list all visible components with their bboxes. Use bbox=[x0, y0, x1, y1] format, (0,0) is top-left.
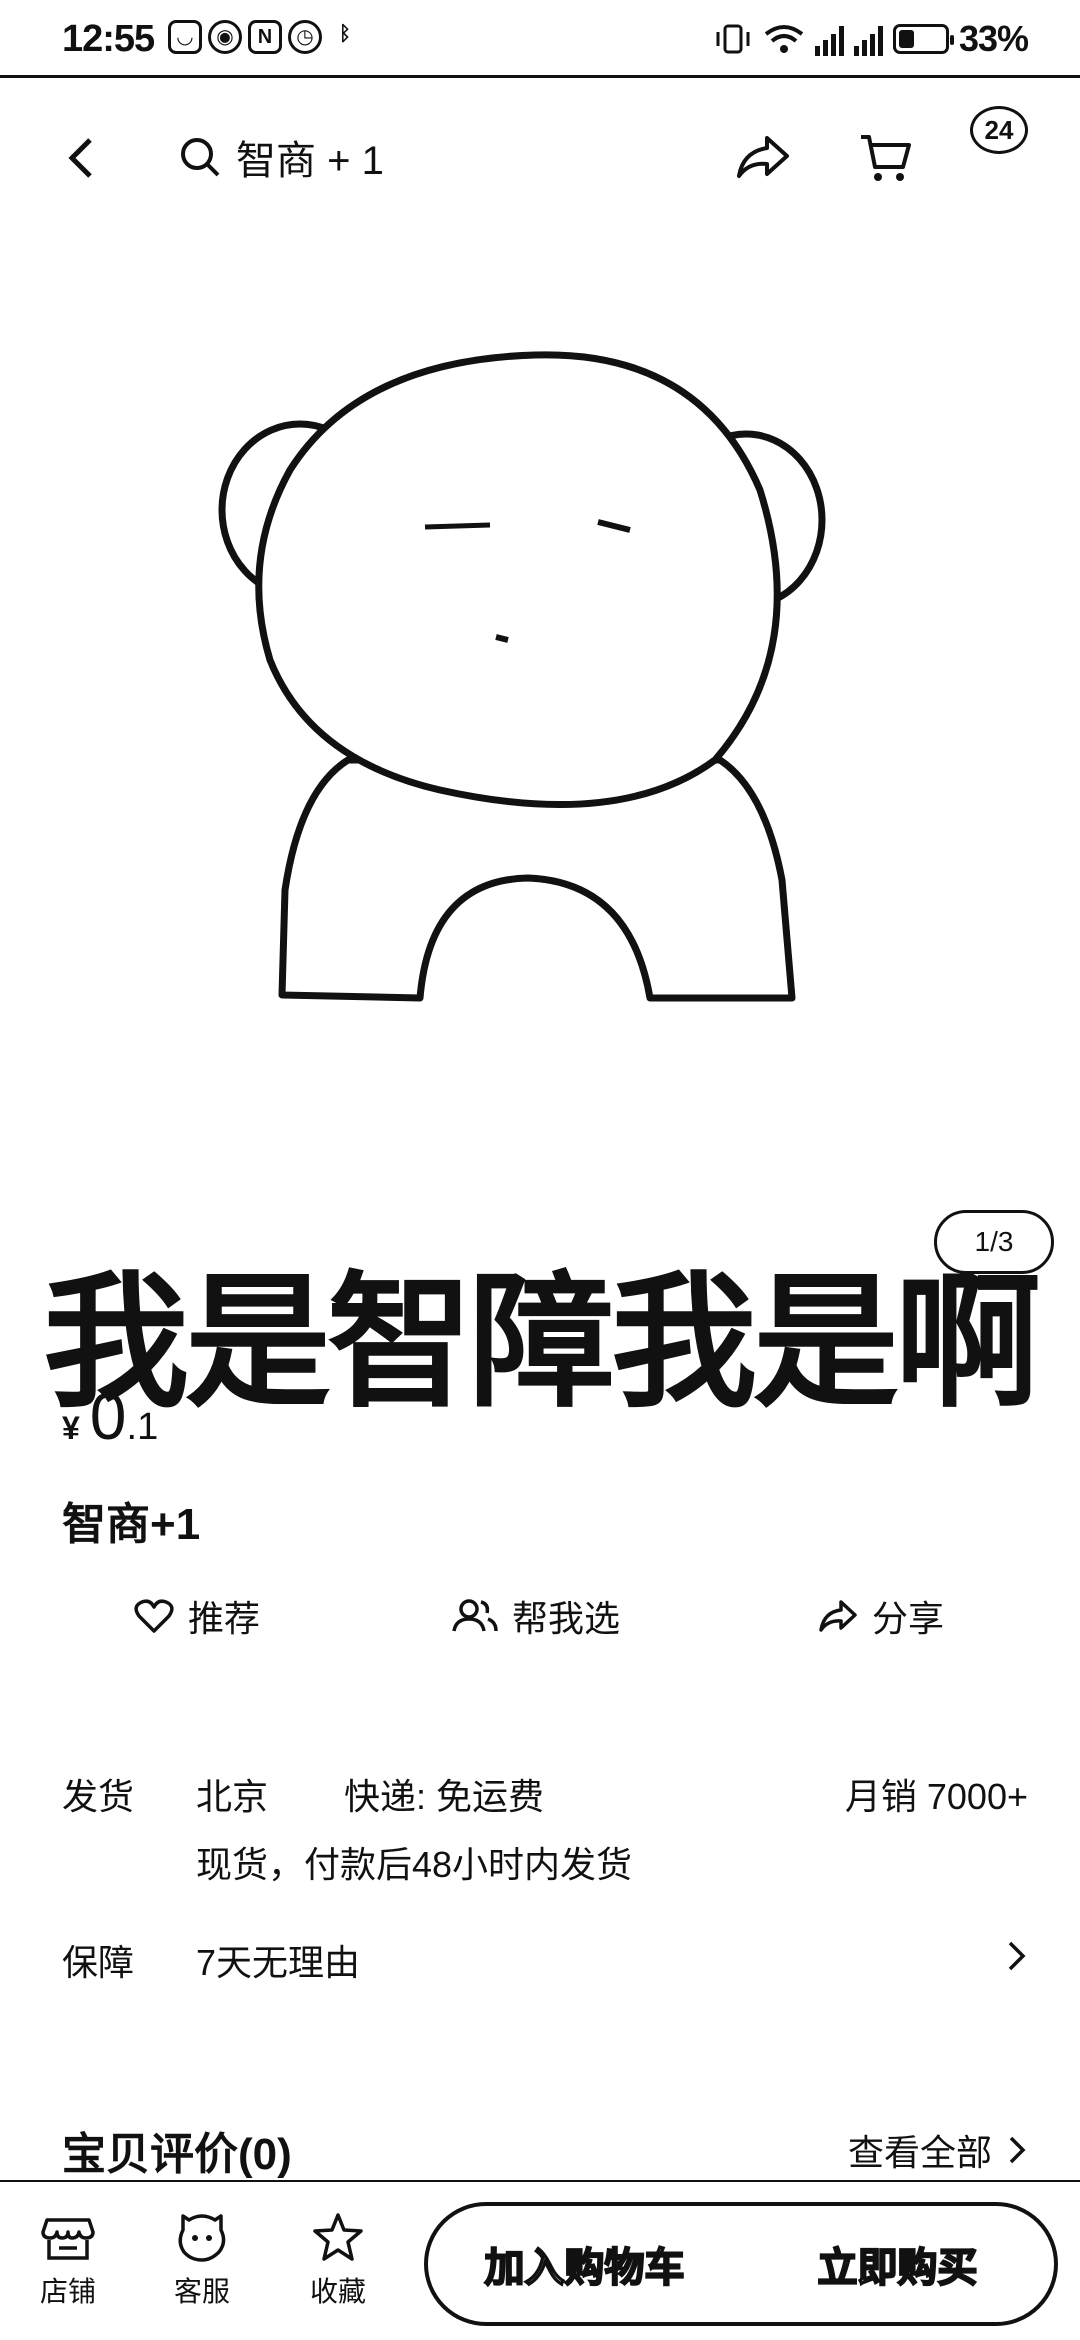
bluetooth-icon: ᛒ bbox=[339, 23, 351, 45]
image-caption: 我是智障我是啊 bbox=[43, 1261, 1041, 1424]
battery-icon bbox=[892, 24, 954, 54]
status-notification-icons: ◡ ◉ N ◷ ᛒ bbox=[168, 20, 362, 54]
recommend-button[interactable]: 推荐 bbox=[134, 1590, 260, 1642]
vibrate-icon bbox=[716, 24, 750, 54]
product-actions: 推荐 帮我选 分享 bbox=[0, 1580, 1080, 1650]
search-bar[interactable]: 智商 + 1 bbox=[178, 124, 384, 190]
buy-now-button[interactable]: 立即购买 bbox=[741, 2206, 1054, 2322]
reviews-header: 宝贝评价(0) 查看全部 bbox=[62, 2118, 1028, 2179]
view-all-label: 查看全部 bbox=[847, 2132, 992, 2173]
users-icon bbox=[452, 1599, 498, 1632]
purchase-buttons: 加入购物车 立即购买 bbox=[424, 2202, 1058, 2326]
status-time: 12:55 bbox=[62, 18, 155, 60]
shipping-info[interactable]: 发货 北京 快递: 免运费 月销 7000+ 现货，付款后48小时内发货 bbox=[62, 1768, 1028, 1888]
shop-label: 店铺 bbox=[39, 2276, 96, 2307]
price-integer: 0 bbox=[89, 1379, 127, 1453]
guarantee-value: 7天无理由 bbox=[196, 1942, 361, 1983]
share-label: 分享 bbox=[872, 1598, 945, 1639]
signal-1-icon bbox=[814, 22, 844, 56]
reviews-title: 宝贝评价(0) bbox=[62, 2130, 292, 2179]
cart-button[interactable] bbox=[852, 124, 918, 190]
nfc-icon: N bbox=[248, 20, 282, 54]
share-action-button[interactable]: 分享 bbox=[818, 1590, 944, 1642]
guarantee-label: 保障 bbox=[62, 1942, 135, 1983]
share-icon bbox=[819, 1600, 857, 1632]
ship-from: 北京 bbox=[196, 1776, 269, 1817]
monthly-sales: 月销 7000+ bbox=[844, 1776, 1028, 1817]
message-count-badge[interactable]: 24 bbox=[970, 106, 1028, 154]
star-icon bbox=[313, 2213, 363, 2261]
help-choose-button[interactable]: 帮我选 bbox=[452, 1590, 620, 1642]
battery-fill bbox=[898, 30, 914, 48]
share-icon bbox=[737, 136, 789, 178]
chevron-left-icon bbox=[68, 138, 92, 178]
guarantee-info[interactable]: 保障 7天无理由 bbox=[62, 1934, 1028, 1994]
favorite-button[interactable]: 收藏 bbox=[288, 2212, 388, 2310]
product-title: 智商+1 bbox=[62, 1500, 201, 1549]
status-bar: 12:55 ◡ ◉ N ◷ ᛒ 33% bbox=[0, 0, 1080, 78]
ship-method: 快递: 免运费 bbox=[344, 1776, 545, 1817]
service-label: 客服 bbox=[173, 2276, 230, 2307]
wifi-icon bbox=[764, 25, 804, 53]
store-icon bbox=[41, 2218, 95, 2260]
status-system-icons: 33% bbox=[713, 18, 1029, 60]
heart-icon bbox=[134, 1599, 174, 1633]
chevron-right-icon bbox=[1009, 2136, 1026, 2164]
view-all-reviews-button[interactable]: 查看全部 bbox=[848, 2124, 1028, 2176]
recommend-label: 推荐 bbox=[188, 1598, 261, 1639]
help-choose-label: 帮我选 bbox=[512, 1598, 621, 1639]
back-button[interactable] bbox=[52, 128, 112, 188]
cart-icon bbox=[861, 135, 911, 181]
shipping-note: 现货，付款后48小时内发货 bbox=[196, 1844, 633, 1885]
bottom-bar: 店铺 客服 收藏 加入购物车 立即购买 bbox=[0, 2180, 1080, 2340]
add-to-cart-button[interactable]: 加入购物车 bbox=[428, 2206, 741, 2322]
chevron-right-icon bbox=[1008, 1941, 1026, 1971]
top-nav: 智商 + 1 24 bbox=[0, 80, 1080, 230]
shipping-label: 发货 bbox=[62, 1776, 135, 1817]
bear-illustration bbox=[218, 351, 826, 1002]
product-image[interactable]: 我是智障我是啊 bbox=[0, 230, 1080, 1416]
price-symbol: ¥ bbox=[62, 1410, 80, 1446]
share-button[interactable] bbox=[730, 124, 796, 190]
signal-2-icon bbox=[853, 22, 883, 56]
alarm-icon: ◷ bbox=[288, 20, 322, 54]
customer-service-button[interactable]: 客服 bbox=[152, 2212, 252, 2310]
shield-icon: ◡ bbox=[168, 20, 202, 54]
battery-percent: 33% bbox=[958, 18, 1029, 59]
eye-icon: ◉ bbox=[208, 20, 242, 54]
price: ¥ 0 .1 bbox=[62, 1378, 158, 1454]
search-icon bbox=[181, 138, 220, 177]
image-counter: 1/3 bbox=[934, 1210, 1054, 1274]
service-icon bbox=[178, 2214, 226, 2262]
shop-button[interactable]: 店铺 bbox=[18, 2212, 118, 2310]
search-text: 智商 + 1 bbox=[236, 139, 384, 183]
price-decimal: .1 bbox=[126, 1406, 159, 1448]
favorite-label: 收藏 bbox=[309, 2276, 366, 2307]
